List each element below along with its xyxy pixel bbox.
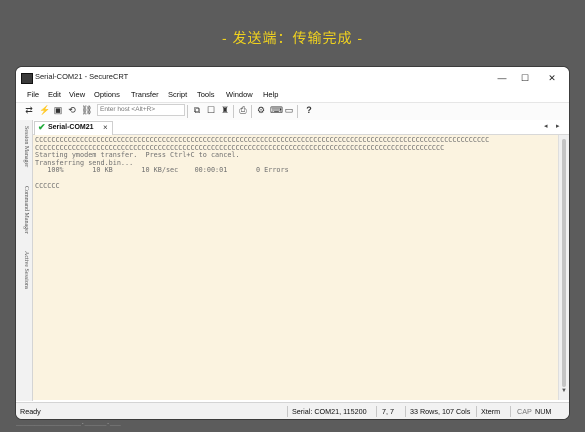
- copy-icon[interactable]: ⧉: [192, 105, 202, 116]
- find-icon[interactable]: ♜: [220, 105, 230, 116]
- status-num-lock: NUM: [535, 407, 552, 416]
- sftp-icon[interactable]: ▭: [284, 105, 294, 116]
- tab-next-icon[interactable]: ▸: [556, 122, 560, 130]
- menu-view[interactable]: View: [69, 90, 85, 99]
- link-icon[interactable]: ⛓: [81, 105, 92, 116]
- menu-edit[interactable]: Edit: [48, 90, 61, 99]
- side-panel: Session Manager Command Manager Active S…: [16, 120, 33, 401]
- tab-prev-icon[interactable]: ◂: [544, 122, 548, 130]
- scrollbar-thumb[interactable]: [562, 139, 566, 387]
- connected-check-icon: ✔: [38, 122, 46, 132]
- sidebar-tab-active-sessions[interactable]: Active Sessions: [18, 251, 29, 289]
- menu-window[interactable]: Window: [226, 90, 253, 99]
- host-input[interactable]: [97, 104, 185, 116]
- quick-connect-icon[interactable]: ⚡: [39, 105, 50, 116]
- status-divider: [510, 406, 511, 417]
- toolbar: ⇄ ⚡ ▣ ⟲ ⛓ ⧉ ☐ ♜ ⎙ ⚙ ⌨ ▭ ?: [16, 102, 569, 121]
- keymap-icon[interactable]: ⌨: [270, 105, 283, 116]
- paste-icon[interactable]: ☐: [206, 105, 216, 116]
- help-icon[interactable]: ?: [304, 105, 314, 116]
- toolbar-divider: [233, 105, 234, 118]
- close-button[interactable]: ✕: [541, 70, 563, 86]
- connect-icon[interactable]: ⇄: [24, 105, 34, 116]
- status-cursor: 7, 7: [382, 407, 394, 416]
- maximize-button[interactable]: ☐: [514, 70, 536, 86]
- page-banner: - 发送端：传输完成 -: [221, 30, 364, 46]
- terminal-app-icon: [21, 73, 33, 84]
- session-tab-row: ✔ Serial-COM21 × ◂ ▸: [33, 120, 569, 135]
- terminal-line: 100% 10 KB 10 KB/sec 00:00:01 0 Errors: [35, 166, 289, 175]
- settings-gear-icon[interactable]: ⚙: [256, 105, 266, 116]
- menu-script[interactable]: Script: [168, 90, 187, 99]
- tab-serial-com21[interactable]: ✔ Serial-COM21 ×: [34, 121, 113, 135]
- toolbar-divider: [187, 105, 188, 118]
- toolbar-divider: [297, 105, 298, 118]
- menu-bar: File Edit View Options Transfer Script T…: [16, 89, 569, 101]
- terminal-line: CCCCCC: [35, 181, 60, 190]
- session-tab-icon[interactable]: ▣: [53, 105, 63, 116]
- menu-options[interactable]: Options: [94, 90, 120, 99]
- vertical-scrollbar[interactable]: ▼: [558, 135, 569, 400]
- status-divider: [405, 406, 406, 417]
- status-bar: Ready Serial: COM21, 115200 7, 7 33 Rows…: [16, 402, 569, 419]
- status-dimensions: 33 Rows, 107 Cols: [410, 407, 471, 416]
- reconnect-icon[interactable]: ⟲: [67, 105, 77, 116]
- status-divider: [476, 406, 477, 417]
- menu-tools[interactable]: Tools: [197, 90, 215, 99]
- status-divider: [287, 406, 288, 417]
- menu-transfer[interactable]: Transfer: [131, 90, 159, 99]
- toolbar-divider: [251, 105, 252, 118]
- terminal-output[interactable]: CCCCCCCCCCCCCCCCCCCCCCCCCCCCCCCCCCCCCCCC…: [33, 135, 558, 400]
- background-text-strip: __________________.______.___: [16, 419, 121, 426]
- menu-file[interactable]: File: [27, 90, 39, 99]
- tab-close-icon[interactable]: ×: [103, 123, 108, 132]
- status-terminal-type: Xterm: [481, 407, 501, 416]
- window-title: Serial-COM21 - SecureCRT: [35, 72, 129, 81]
- tab-label: Serial-COM21: [48, 124, 94, 131]
- title-bar: Serial-COM21 - SecureCRT — ☐ ✕: [16, 67, 569, 89]
- print-icon[interactable]: ⎙: [238, 105, 248, 116]
- securecrt-window: Serial-COM21 - SecureCRT — ☐ ✕ File Edit…: [16, 67, 569, 419]
- status-connection: Serial: COM21, 115200: [292, 407, 367, 416]
- status-caps-lock: CAP: [517, 407, 532, 416]
- minimize-button[interactable]: —: [491, 70, 513, 86]
- menu-help[interactable]: Help: [263, 90, 278, 99]
- status-ready: Ready: [20, 407, 41, 416]
- sidebar-tab-command-manager[interactable]: Command Manager: [18, 186, 29, 234]
- sidebar-tab-session-manager[interactable]: Session Manager: [18, 126, 29, 167]
- scroll-down-icon[interactable]: ▼: [561, 388, 567, 394]
- status-divider: [376, 406, 377, 417]
